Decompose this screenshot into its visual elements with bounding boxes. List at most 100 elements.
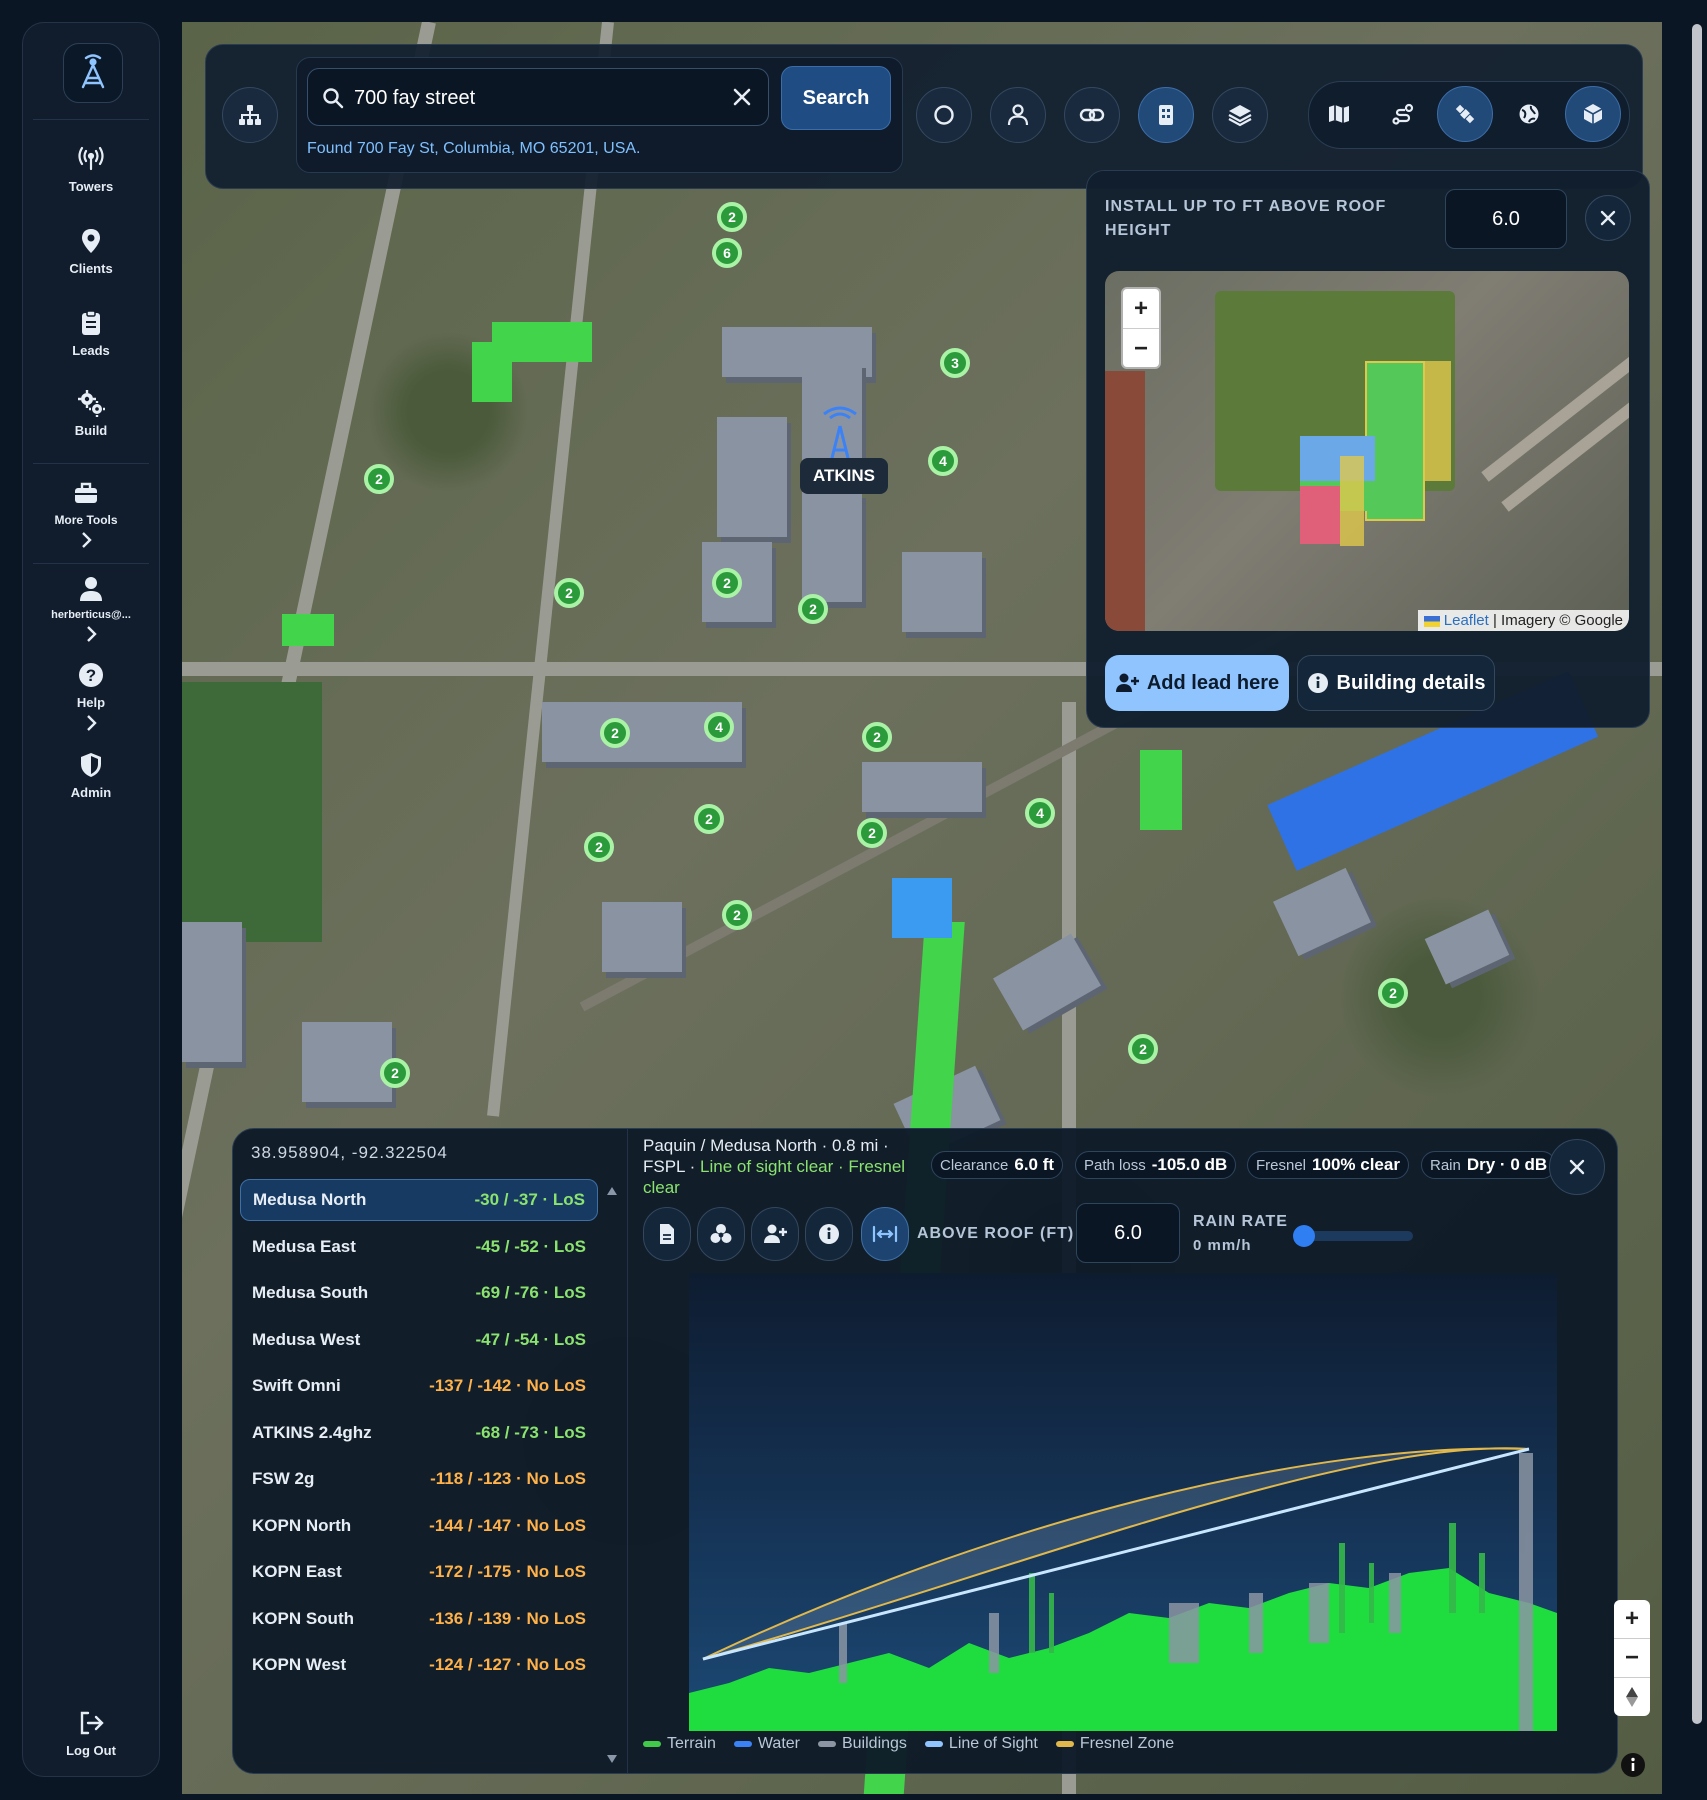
building bbox=[1424, 909, 1510, 985]
cluster-marker[interactable]: 2 bbox=[862, 722, 892, 752]
cluster-marker[interactable]: 2 bbox=[1128, 1034, 1158, 1064]
roof-minimap[interactable]: + − Leaflet | Imagery © Google bbox=[1105, 271, 1629, 631]
clearance-chip: Clearance 6.0 ft bbox=[931, 1151, 1064, 1179]
rain-rate-label: RAIN RATE bbox=[1193, 1213, 1288, 1230]
chip-label: Clearance bbox=[940, 1156, 1009, 1174]
cluster-marker[interactable]: 2 bbox=[712, 568, 742, 598]
legend-line-of-sight: Line of Sight bbox=[924, 1735, 1038, 1753]
page-scrollbar[interactable] bbox=[1690, 22, 1704, 1777]
user-tool-button[interactable] bbox=[990, 87, 1046, 143]
sidebar-item-clients[interactable]: Clients bbox=[23, 227, 159, 276]
link-tool-button[interactable] bbox=[1064, 87, 1120, 143]
tower-row[interactable]: Medusa East -45 / -52 · LoS bbox=[240, 1226, 598, 1268]
sidebar-item-leads[interactable]: Leads bbox=[23, 309, 159, 358]
tower-row[interactable]: Swift Omni -137 / -142 · No LoS bbox=[240, 1365, 598, 1407]
install-height-input[interactable] bbox=[1445, 189, 1567, 249]
divider bbox=[33, 563, 149, 564]
measure-button[interactable] bbox=[861, 1207, 909, 1261]
selected-building bbox=[892, 878, 952, 938]
sidebar-item-admin[interactable]: Admin bbox=[23, 751, 159, 800]
tower-row[interactable]: ATKINS 2.4ghz -68 / -73 · LoS bbox=[240, 1412, 598, 1454]
cluster-marker[interactable]: 2 bbox=[694, 804, 724, 834]
building bbox=[182, 922, 242, 1062]
sidebar-item-help[interactable]: ? Help bbox=[23, 661, 159, 732]
sidebar-item-label: Leads bbox=[72, 343, 110, 358]
sidebar-item-label: Towers bbox=[68, 179, 114, 194]
rain-rate-slider[interactable] bbox=[1293, 1225, 1413, 1247]
globe-view-button[interactable] bbox=[1501, 86, 1557, 142]
info-button[interactable] bbox=[805, 1207, 853, 1261]
attribution-info-icon[interactable] bbox=[1620, 1752, 1646, 1778]
network-button[interactable] bbox=[222, 87, 278, 143]
cluster-marker[interactable]: 2 bbox=[1378, 978, 1408, 1008]
building-tool-button[interactable] bbox=[1138, 87, 1194, 143]
cluster-marker[interactable]: 2 bbox=[380, 1058, 410, 1088]
sidebar-item-build[interactable]: Build bbox=[23, 389, 159, 438]
help-icon: ? bbox=[79, 663, 103, 687]
map-view-button[interactable] bbox=[1311, 86, 1367, 142]
rain-chip: Rain Dry · 0 dB bbox=[1421, 1151, 1557, 1179]
circle-icon bbox=[934, 105, 954, 125]
tower-label[interactable]: ATKINS bbox=[800, 458, 888, 494]
cluster-marker[interactable]: 2 bbox=[857, 818, 887, 848]
compass-button[interactable] bbox=[1614, 1677, 1650, 1716]
zoom-out-button[interactable]: − bbox=[1614, 1638, 1650, 1677]
satellite-view-button[interactable] bbox=[1437, 86, 1493, 142]
tower-row[interactable]: Medusa West -47 / -54 · LoS bbox=[240, 1319, 598, 1361]
tower-row[interactable]: KOPN West -124 / -127 · No LoS bbox=[240, 1644, 598, 1686]
cluster-marker[interactable]: 6 bbox=[712, 238, 742, 268]
zoom-in-button[interactable]: + bbox=[1614, 1600, 1650, 1638]
add-lead-tool-button[interactable] bbox=[751, 1207, 799, 1261]
chart-legend: Terrain Water Buildings Line of Sight Fr… bbox=[643, 1735, 1174, 1753]
cluster-marker[interactable]: 4 bbox=[704, 712, 734, 742]
leaflet-link[interactable]: Leaflet bbox=[1444, 612, 1489, 629]
cluster-marker[interactable]: 2 bbox=[554, 578, 584, 608]
clear-search-icon[interactable] bbox=[730, 85, 754, 109]
cluster-marker[interactable]: 2 bbox=[584, 832, 614, 862]
sidebar-item-user[interactable]: herberticus@... bbox=[23, 575, 159, 643]
tower-row[interactable]: FSW 2g -118 / -123 · No LoS bbox=[240, 1458, 598, 1500]
close-link-panel-button[interactable] bbox=[1549, 1139, 1605, 1195]
cluster-marker[interactable]: 4 bbox=[928, 446, 958, 476]
close-install-panel-button[interactable] bbox=[1585, 195, 1631, 241]
add-user-icon bbox=[764, 1224, 787, 1243]
sidebar-item-label: Build bbox=[74, 423, 108, 438]
tower-name: Medusa South bbox=[252, 1283, 369, 1302]
cluster-marker[interactable]: 2 bbox=[717, 202, 747, 232]
building-highlight bbox=[1140, 750, 1182, 830]
search-button[interactable]: Search bbox=[781, 66, 891, 130]
cluster-marker[interactable]: 4 bbox=[1025, 798, 1055, 828]
3d-view-button[interactable] bbox=[1565, 86, 1621, 142]
tower-row[interactable]: KOPN South -136 / -139 · No LoS bbox=[240, 1598, 598, 1640]
sidebar-item-more-tools[interactable]: More Tools bbox=[23, 479, 149, 549]
tower-signal: -172 / -175 · No LoS bbox=[429, 1562, 586, 1581]
biohazard-button[interactable] bbox=[697, 1207, 745, 1261]
cluster-marker[interactable]: 2 bbox=[722, 900, 752, 930]
scrollbar-thumb[interactable] bbox=[1692, 24, 1702, 1724]
route-view-button[interactable] bbox=[1375, 86, 1431, 142]
tower-row[interactable]: Medusa North -30 / -37 · LoS bbox=[240, 1179, 598, 1221]
logout-button[interactable]: Log Out bbox=[23, 1709, 159, 1758]
app-logo[interactable] bbox=[63, 43, 123, 103]
circle-tool-button[interactable] bbox=[916, 87, 972, 143]
sidebar-item-towers[interactable]: Towers bbox=[23, 145, 159, 194]
tower-row[interactable]: Medusa South -69 / -76 · LoS bbox=[240, 1272, 598, 1314]
cluster-marker[interactable]: 2 bbox=[798, 594, 828, 624]
tower-row[interactable]: KOPN North -144 / -147 · No LoS bbox=[240, 1505, 598, 1547]
zoom-out-button[interactable]: − bbox=[1123, 328, 1159, 368]
zoom-in-button[interactable]: + bbox=[1123, 289, 1159, 328]
layers-button[interactable] bbox=[1212, 87, 1268, 143]
report-button[interactable] bbox=[643, 1207, 691, 1261]
tower-list-scrollbar[interactable] bbox=[605, 1175, 619, 1774]
cluster-marker[interactable]: 2 bbox=[600, 718, 630, 748]
cluster-marker[interactable]: 3 bbox=[940, 348, 970, 378]
building-details-button[interactable]: Building details bbox=[1297, 655, 1495, 711]
elevation-profile-chart[interactable] bbox=[689, 1273, 1557, 1731]
add-lead-button[interactable]: Add lead here bbox=[1105, 655, 1289, 711]
cluster-marker[interactable]: 2 bbox=[364, 464, 394, 494]
search-input[interactable] bbox=[352, 81, 716, 115]
tower-row[interactable]: KOPN East -172 / -175 · No LoS bbox=[240, 1551, 598, 1593]
above-roof-input[interactable] bbox=[1076, 1203, 1180, 1263]
tower-name: Medusa East bbox=[252, 1236, 356, 1256]
slider-handle[interactable] bbox=[1293, 1225, 1315, 1247]
